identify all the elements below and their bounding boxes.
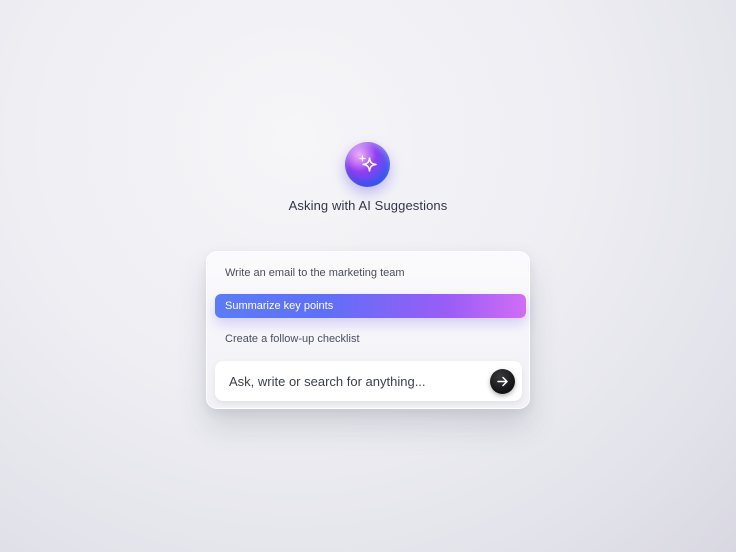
search-input[interactable] — [229, 361, 479, 401]
suggestion-panel: Write an email to the marketing team Sum… — [206, 251, 530, 409]
page-title: Asking with AI Suggestions — [288, 198, 448, 213]
search-bar — [215, 361, 522, 401]
sparkle-icon — [358, 154, 377, 172]
suggestion-item-checklist[interactable]: Create a follow-up checklist — [215, 327, 526, 351]
suggestion-item-summarize[interactable]: Summarize key points — [215, 294, 526, 318]
ai-orb — [345, 142, 390, 187]
send-button[interactable] — [490, 369, 515, 394]
arrow-right-icon — [497, 376, 508, 387]
suggestion-item-email[interactable]: Write an email to the marketing team — [215, 261, 526, 285]
